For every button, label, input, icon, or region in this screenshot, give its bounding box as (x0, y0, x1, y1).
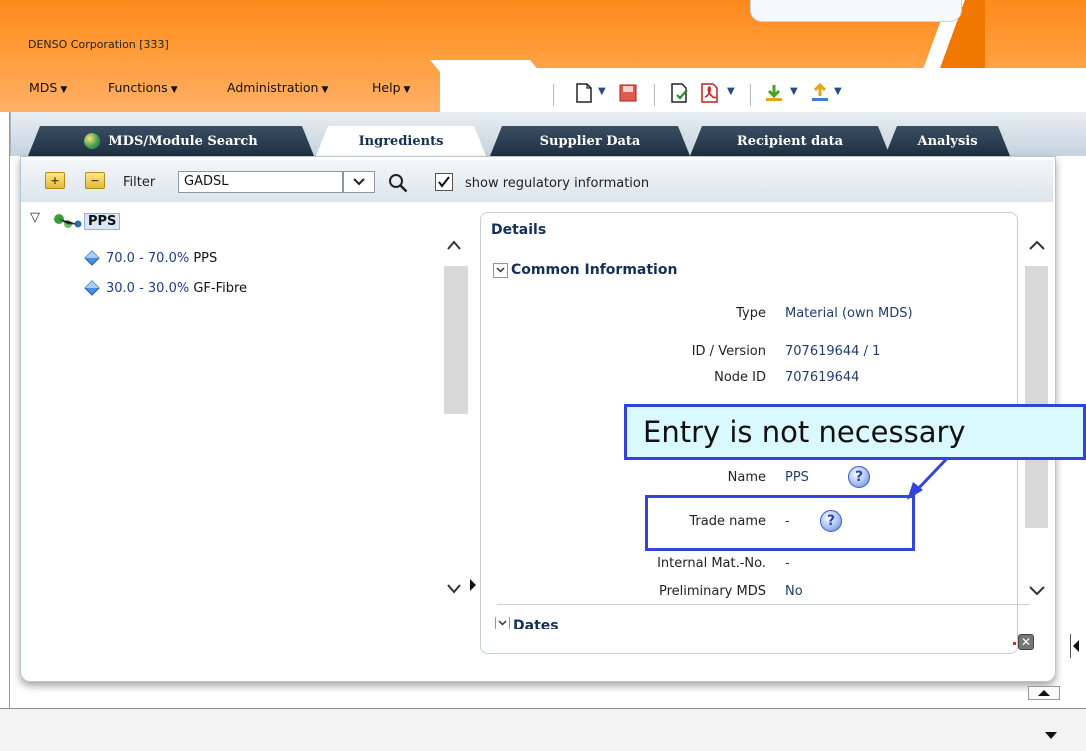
scroll-down-icon[interactable] (1028, 582, 1046, 601)
tab-recipient-data[interactable]: Recipient data (690, 126, 890, 156)
field-value-id-version: 707619644 / 1 (785, 344, 881, 359)
chevron-down-icon (493, 262, 508, 278)
toolbar-separator (553, 84, 554, 106)
chevron-down-icon[interactable]: ▼ (727, 86, 735, 97)
tab-label: Supplier Data (539, 133, 641, 149)
collapse-right-icon[interactable] (1070, 634, 1086, 658)
tree-child-name: GF-Fibre (193, 281, 248, 296)
tab-mds-module-search[interactable]: MDS/Module Search (28, 126, 314, 156)
field-value-type: Material (own MDS) (785, 306, 913, 321)
chevron-down-icon: ▼ (170, 85, 178, 95)
filter-dropdown-button[interactable] (343, 171, 375, 193)
scroll-up-icon[interactable] (446, 236, 462, 255)
menu-administration-label: Administration (227, 80, 319, 95)
section-divider (497, 604, 1030, 605)
field-label-internal-mat-no: Internal Mat.-No. (657, 556, 766, 571)
menu-mds-label: MDS (29, 80, 58, 95)
field-label-type: Type (736, 306, 766, 321)
close-icon[interactable]: ✕ (1018, 634, 1034, 650)
window-edge (9, 112, 10, 708)
chevron-down-icon (353, 178, 365, 186)
panel-restore-button[interactable] (1028, 686, 1060, 700)
company-name: DENSO Corporation [333] (28, 38, 169, 51)
field-label-node-id: Node ID (714, 370, 766, 385)
toolbar-area (440, 68, 1086, 118)
status-dot (1013, 642, 1016, 645)
field-value-node-id: 707619644 (785, 370, 860, 385)
section-title: Common Information (511, 262, 678, 278)
filter-label: Filter (123, 175, 156, 190)
toolbar-separator (750, 84, 751, 106)
annotation-callout: Entry is not necessary (624, 404, 1086, 460)
pdf-icon[interactable] (700, 82, 720, 104)
substance-icon (84, 280, 100, 300)
save-icon[interactable] (618, 82, 638, 104)
field-label-id-version: ID / Version (691, 344, 766, 359)
tree-child-node[interactable]: 30.0 - 30.0% GF-Fibre (106, 281, 247, 296)
field-value-preliminary-mds: No (785, 584, 803, 599)
scroll-down-icon[interactable] (446, 580, 462, 599)
chevron-down-icon[interactable]: ▼ (790, 86, 798, 97)
caret-up-icon (1038, 690, 1050, 696)
chevron-down-icon[interactable]: ▼ (834, 86, 842, 97)
tree-scrollbar-thumb[interactable] (444, 266, 468, 414)
check-icon (438, 176, 450, 188)
details-scrollbar-thumb[interactable] (1025, 266, 1048, 528)
tree-root-node[interactable]: PPS (84, 213, 121, 230)
menu-functions-label: Functions (108, 80, 168, 95)
search-icon[interactable] (387, 172, 409, 194)
tab-label: Recipient data (736, 133, 844, 149)
section-common-information[interactable]: Common Information (493, 262, 677, 278)
expand-all-icon[interactable]: + (45, 172, 65, 189)
tab-supplier-data[interactable]: Supplier Data (490, 126, 690, 156)
chevron-down-icon: ▼ (403, 85, 411, 95)
caret-down-icon[interactable] (1045, 724, 1057, 743)
field-value-name: PPS (785, 470, 809, 485)
menu-help-label: Help (372, 80, 401, 95)
show-regulatory-checkbox[interactable] (435, 173, 453, 191)
document-check-icon[interactable] (670, 82, 690, 104)
substance-icon (84, 250, 100, 270)
section-title: Dates (513, 618, 559, 629)
tab-analysis[interactable]: Analysis (885, 126, 1010, 156)
field-label-preliminary-mds: Preliminary MDS (658, 584, 766, 599)
upload-icon[interactable] (810, 82, 830, 104)
field-label-name: Name (727, 470, 766, 485)
chevron-down-icon: ▼ (60, 85, 68, 95)
toolbar-separator (654, 84, 655, 106)
tree-child-percent: 70.0 - 70.0% (106, 251, 190, 266)
molecule-icon (52, 213, 82, 229)
collapse-all-icon[interactable]: − (85, 172, 105, 189)
details-title: Details (491, 222, 547, 238)
globe-icon (84, 133, 100, 149)
tab-label: MDS/Module Search (108, 133, 258, 149)
tab-label: Ingredients (358, 133, 444, 149)
section-dates[interactable]: Dates (495, 617, 559, 629)
chevron-down-icon (495, 617, 510, 629)
chevron-down-icon[interactable]: ▼ (598, 86, 606, 97)
tree-child-node[interactable]: 70.0 - 70.0% PPS (106, 251, 217, 266)
menu-mds[interactable]: MDS ▼ (29, 80, 67, 95)
tree-toggle-icon[interactable]: ▽ (30, 210, 40, 225)
menu-administration[interactable]: Administration ▼ (227, 80, 328, 95)
field-value-internal-mat-no: - (785, 556, 790, 571)
show-regulatory-label: show regulatory information (465, 176, 650, 191)
filter-select[interactable]: GADSL (178, 171, 343, 193)
top-pill (750, 0, 962, 22)
scroll-up-icon[interactable] (1028, 236, 1046, 255)
download-icon[interactable] (764, 82, 784, 104)
new-document-icon[interactable] (574, 82, 594, 104)
bottom-bar (0, 708, 1086, 751)
tree-child-percent: 30.0 - 30.0% (106, 281, 190, 296)
menu-help[interactable]: Help ▼ (372, 80, 410, 95)
chevron-down-icon: ▼ (321, 85, 329, 95)
trade-name-highlight (645, 495, 915, 551)
help-icon[interactable]: ? (848, 466, 870, 488)
tab-ingredients[interactable]: Ingredients (316, 126, 486, 156)
splitter-handle-icon[interactable] (470, 576, 476, 595)
tab-label: Analysis (917, 133, 978, 149)
menu-functions[interactable]: Functions ▼ (108, 80, 178, 95)
tree-child-name: PPS (193, 251, 218, 266)
